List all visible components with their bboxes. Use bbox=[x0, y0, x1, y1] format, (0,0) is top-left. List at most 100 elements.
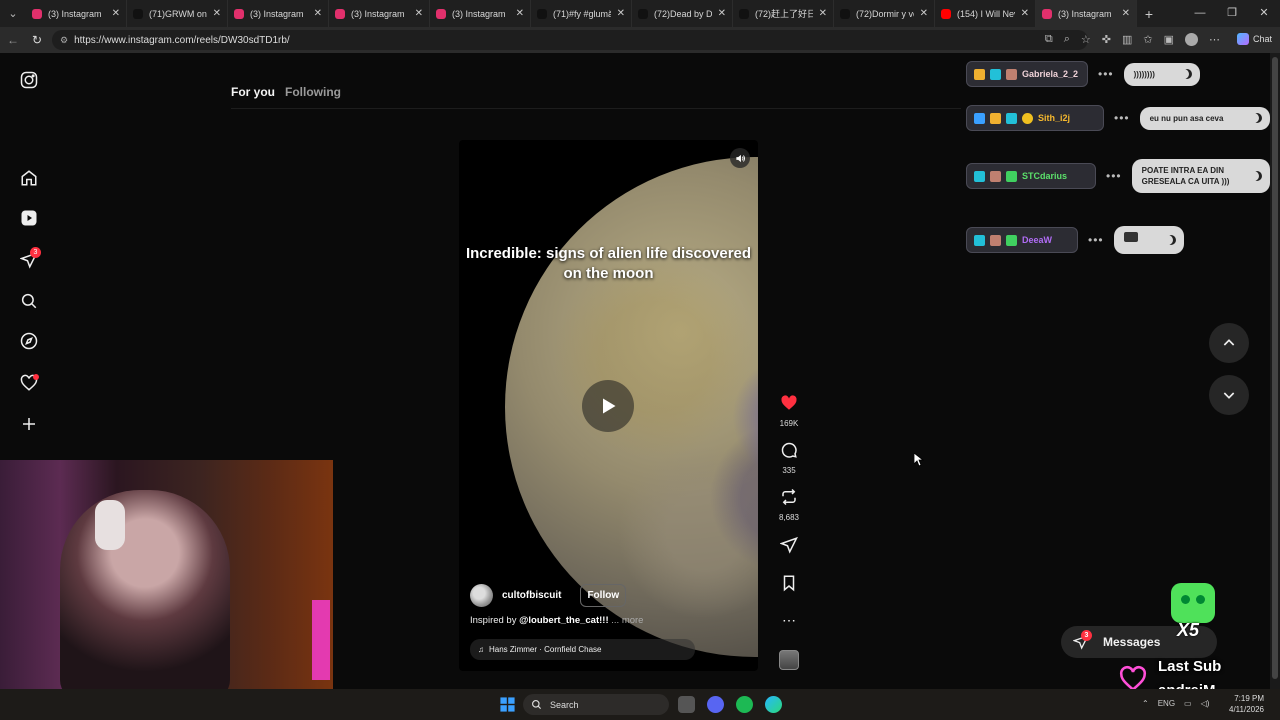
more-options-icon[interactable]: ⋯ bbox=[774, 612, 804, 629]
explore-icon[interactable] bbox=[19, 331, 39, 351]
browser-tab[interactable]: (3) Instagram ✕ bbox=[329, 0, 430, 27]
author-username[interactable]: cultofbiscuit bbox=[502, 590, 561, 601]
tab-close-icon[interactable]: ✕ bbox=[112, 8, 120, 19]
desc-mention[interactable]: @loubert_the_cat!!! bbox=[519, 615, 609, 626]
save-action[interactable] bbox=[774, 574, 804, 597]
browser-tab[interactable]: (3) Instagram ✕ bbox=[26, 0, 127, 27]
refresh-icon[interactable]: ↻ bbox=[30, 33, 44, 47]
reel-video[interactable]: Incredible: signs of alien life discover… bbox=[459, 140, 758, 671]
reel-author: cultofbiscuit Follow bbox=[470, 584, 627, 607]
browser-tab[interactable]: (3) Instagram ✕ bbox=[430, 0, 531, 27]
messages-send-icon: 3 bbox=[1073, 630, 1092, 650]
search-icon[interactable] bbox=[19, 291, 39, 311]
audio-track[interactable]: ♫ Hans Zimmer · Cornfield Chase bbox=[470, 639, 695, 660]
tab-close-icon[interactable]: ✕ bbox=[1122, 8, 1130, 19]
network-icon[interactable]: ▭ bbox=[1184, 699, 1192, 708]
taskbar-search[interactable]: Search bbox=[523, 694, 669, 715]
comment-action[interactable]: 335 bbox=[774, 441, 804, 475]
restore-icon[interactable]: ❐ bbox=[1216, 0, 1248, 27]
tab-following[interactable]: Following bbox=[285, 85, 341, 99]
new-tab-button[interactable]: + bbox=[1137, 6, 1161, 22]
browser-tab[interactable]: (71)GRWM on a V ✕ bbox=[127, 0, 228, 27]
copilot-chat-button[interactable]: Chat bbox=[1236, 33, 1272, 45]
favorite-star-icon[interactable]: ☆ bbox=[1081, 33, 1091, 46]
edge-browser-icon[interactable] bbox=[765, 696, 782, 713]
spotify-icon[interactable] bbox=[736, 696, 753, 713]
tab-title: (3) Instagram bbox=[452, 8, 506, 19]
tab-favicon-icon bbox=[335, 8, 345, 19]
browser-tab[interactable]: (3) Instagram ✕ bbox=[228, 0, 329, 27]
tab-close-icon[interactable]: ✕ bbox=[718, 8, 726, 19]
scrollbar-thumb[interactable] bbox=[1272, 57, 1278, 679]
page-scrollbar[interactable] bbox=[1270, 53, 1280, 689]
windows-taskbar: Search ⌃ ENG ▭ ◁) 7:19 PM 4/11/2026 bbox=[0, 689, 1280, 720]
profile-avatar-icon[interactable] bbox=[1185, 33, 1198, 46]
tab-for-you[interactable]: For you bbox=[231, 85, 275, 99]
tab-close-icon[interactable]: ✕ bbox=[1021, 8, 1029, 19]
messages-label: Messages bbox=[1103, 635, 1161, 649]
browser-tab[interactable]: (72)Dead by Dayli ✕ bbox=[632, 0, 733, 27]
tab-close-icon[interactable]: ✕ bbox=[617, 8, 625, 19]
url-field[interactable]: ⚙ https://www.instagram.com/reels/DW30sd… bbox=[52, 30, 1088, 50]
tab-title: (154) I Will Never bbox=[957, 8, 1015, 19]
volume-icon[interactable]: ◁) bbox=[1201, 699, 1210, 708]
tab-close-icon[interactable]: ✕ bbox=[415, 8, 423, 19]
zoom-icon[interactable]: ⌕ bbox=[1064, 33, 1070, 46]
audio-thumbnail[interactable] bbox=[774, 650, 804, 675]
robot-badge-icon bbox=[1006, 170, 1017, 182]
url-text: https://www.instagram.com/reels/DW30sdTD… bbox=[74, 34, 290, 46]
create-plus-icon[interactable] bbox=[19, 414, 39, 434]
instagram-logo-icon[interactable] bbox=[19, 70, 39, 90]
repost-action[interactable]: 8,683 bbox=[774, 488, 804, 522]
browser-tab[interactable]: (3) Instagram ✕ bbox=[1036, 0, 1137, 27]
comment-icon bbox=[781, 442, 797, 458]
taskbar-clock[interactable]: 7:19 PM 4/11/2026 bbox=[1229, 693, 1264, 715]
share-action[interactable] bbox=[774, 536, 804, 559]
site-info-icon[interactable]: ⚙ bbox=[60, 35, 68, 46]
follow-button[interactable]: Follow bbox=[580, 584, 627, 607]
play-button[interactable] bbox=[582, 380, 634, 432]
split-screen-icon[interactable]: ▥ bbox=[1122, 33, 1132, 46]
reels-icon[interactable] bbox=[19, 208, 39, 228]
tab-title: (72)赶上了好日子 bbox=[755, 9, 813, 19]
browser-tab[interactable]: (72)Dormir y volve ✕ bbox=[834, 0, 935, 27]
direct-messages-icon[interactable]: 3 bbox=[19, 247, 41, 270]
language-indicator[interactable]: ENG bbox=[1158, 699, 1175, 708]
task-view-icon[interactable] bbox=[678, 696, 695, 713]
mute-toggle[interactable] bbox=[730, 148, 750, 168]
tray-chevron-icon[interactable]: ⌃ bbox=[1142, 699, 1149, 708]
browser-tab[interactable]: (71)#fy #glumă # ✕ bbox=[531, 0, 632, 27]
browser-tab[interactable]: (72)赶上了好日子 ✕ bbox=[733, 0, 834, 27]
chat-username: Gabriela_2_2 bbox=[1022, 69, 1079, 79]
author-avatar[interactable] bbox=[470, 584, 493, 607]
tab-close-icon[interactable]: ✕ bbox=[213, 8, 221, 19]
next-reel-button[interactable] bbox=[1209, 375, 1249, 415]
previous-reel-button[interactable] bbox=[1209, 323, 1249, 363]
collections-icon[interactable]: ▣ bbox=[1164, 33, 1174, 46]
home-icon[interactable] bbox=[19, 168, 39, 188]
app-icon[interactable]: ⧉ bbox=[1045, 33, 1053, 46]
desc-more-link[interactable]: ... more bbox=[611, 615, 643, 626]
grid-badge-icon bbox=[974, 170, 985, 182]
tab-search-icon[interactable]: ⌄ bbox=[0, 0, 26, 27]
notifications-heart-icon[interactable] bbox=[19, 373, 39, 393]
reel-caption-overlay: Incredible: signs of alien life discover… bbox=[465, 245, 752, 282]
like-count: 169K bbox=[779, 419, 799, 428]
like-action[interactable]: 169K bbox=[774, 394, 804, 428]
browser-tab[interactable]: (154) I Will Never ✕ bbox=[935, 0, 1036, 27]
minimize-icon[interactable]: — bbox=[1184, 0, 1216, 27]
tab-close-icon[interactable]: ✕ bbox=[314, 8, 322, 19]
discord-icon[interactable] bbox=[707, 696, 724, 713]
tab-favicon-icon bbox=[739, 8, 749, 19]
back-icon[interactable]: ← bbox=[6, 33, 20, 47]
tab-close-icon[interactable]: ✕ bbox=[819, 8, 827, 19]
chat-message-row: Sith_i2j ••• eu nu pun asa ceva bbox=[966, 105, 1270, 131]
close-window-icon[interactable]: ✕ bbox=[1248, 0, 1280, 27]
tab-close-icon[interactable]: ✕ bbox=[920, 8, 928, 19]
tab-close-icon[interactable]: ✕ bbox=[516, 8, 524, 19]
extensions-icon[interactable]: ✜ bbox=[1102, 33, 1111, 46]
more-menu-icon[interactable]: ⋯ bbox=[1209, 33, 1220, 46]
windows-start-icon[interactable] bbox=[499, 696, 516, 713]
notification-dot bbox=[33, 374, 39, 380]
favorites-icon[interactable]: ✩ bbox=[1143, 33, 1152, 46]
